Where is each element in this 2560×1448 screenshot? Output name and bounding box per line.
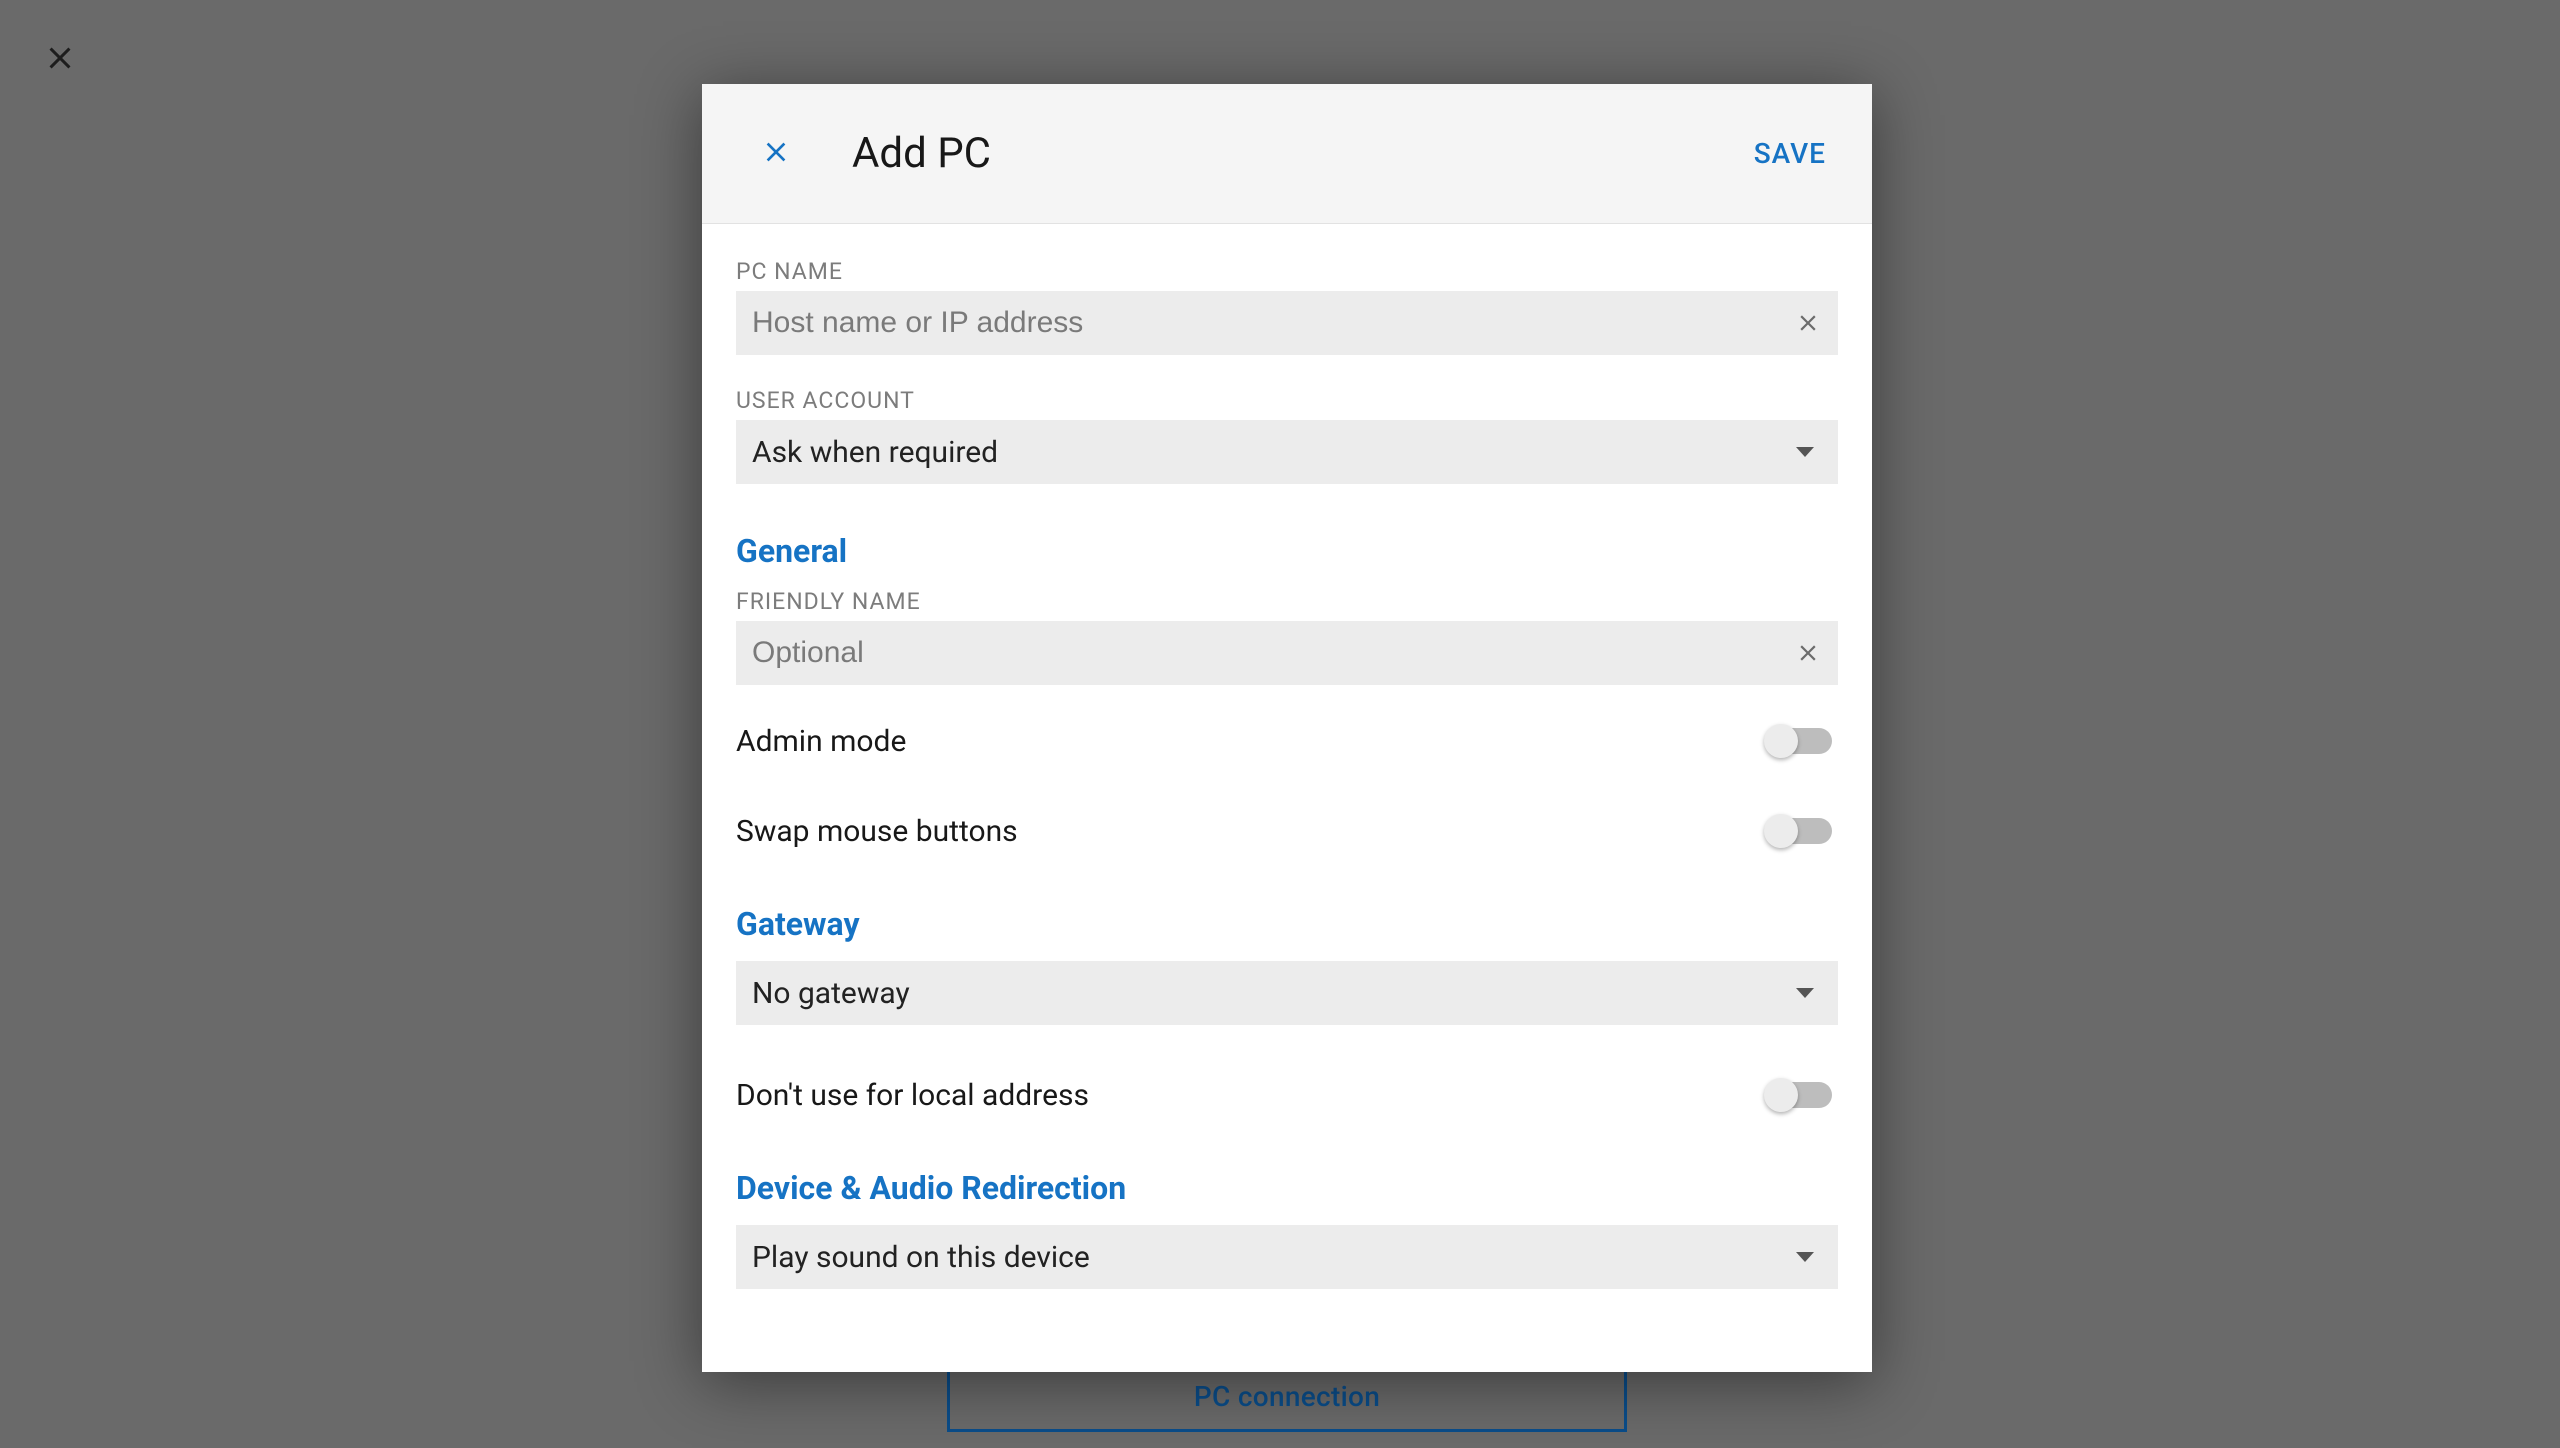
section-device-audio-title: Device & Audio Redirection bbox=[736, 1169, 1838, 1207]
gateway-select[interactable]: No gateway bbox=[736, 961, 1838, 1025]
pc-name-label: PC NAME bbox=[736, 258, 1838, 285]
toggle-knob bbox=[1764, 1078, 1798, 1112]
swap-mouse-row: Swap mouse buttons bbox=[736, 787, 1838, 875]
toggle-knob bbox=[1764, 814, 1798, 848]
section-general-title: General bbox=[736, 532, 1838, 570]
save-button[interactable]: SAVE bbox=[1752, 125, 1828, 182]
section-gateway-title: Gateway bbox=[736, 905, 1838, 943]
swap-mouse-label: Swap mouse buttons bbox=[736, 814, 1766, 849]
swap-mouse-toggle[interactable] bbox=[1766, 818, 1832, 844]
gateway-value: No gateway bbox=[752, 976, 1796, 1011]
chevron-down-icon bbox=[1796, 1252, 1814, 1262]
close-icon bbox=[760, 136, 792, 168]
user-account-label: USER ACCOUNT bbox=[736, 387, 1838, 414]
dont-use-local-toggle[interactable] bbox=[1766, 1082, 1832, 1108]
sound-select[interactable]: Play sound on this device bbox=[736, 1225, 1838, 1289]
modal-title: Add PC bbox=[852, 129, 1752, 178]
friendly-name-input[interactable] bbox=[736, 621, 1778, 685]
pc-name-input-wrap bbox=[736, 291, 1838, 355]
modal-header: Add PC SAVE bbox=[702, 84, 1872, 224]
app-close-button[interactable] bbox=[42, 40, 78, 80]
pc-name-input[interactable] bbox=[736, 291, 1778, 355]
toggle-knob bbox=[1764, 724, 1798, 758]
user-account-select[interactable]: Ask when required bbox=[736, 420, 1838, 484]
chevron-down-icon bbox=[1796, 447, 1814, 457]
dont-use-local-row: Don't use for local address bbox=[736, 1051, 1838, 1139]
close-icon bbox=[42, 40, 78, 76]
chevron-down-icon bbox=[1796, 988, 1814, 998]
pc-connection-label: PC connection bbox=[1194, 1380, 1380, 1413]
add-pc-modal: Add PC SAVE PC NAME USER ACCOUNT Ask whe… bbox=[702, 84, 1872, 1372]
modal-body: PC NAME USER ACCOUNT Ask when required G… bbox=[702, 224, 1872, 1289]
admin-mode-row: Admin mode bbox=[736, 697, 1838, 785]
close-icon bbox=[1795, 640, 1821, 666]
dont-use-local-label: Don't use for local address bbox=[736, 1078, 1766, 1113]
sound-value: Play sound on this device bbox=[752, 1240, 1796, 1275]
modal-close-button[interactable] bbox=[760, 136, 792, 172]
pc-name-clear-button[interactable] bbox=[1778, 310, 1838, 336]
user-account-value: Ask when required bbox=[752, 435, 1796, 470]
friendly-name-clear-button[interactable] bbox=[1778, 640, 1838, 666]
admin-mode-label: Admin mode bbox=[736, 724, 1766, 759]
friendly-name-input-wrap bbox=[736, 621, 1838, 685]
admin-mode-toggle[interactable] bbox=[1766, 728, 1832, 754]
close-icon bbox=[1795, 310, 1821, 336]
friendly-name-label: FRIENDLY NAME bbox=[736, 588, 1838, 615]
